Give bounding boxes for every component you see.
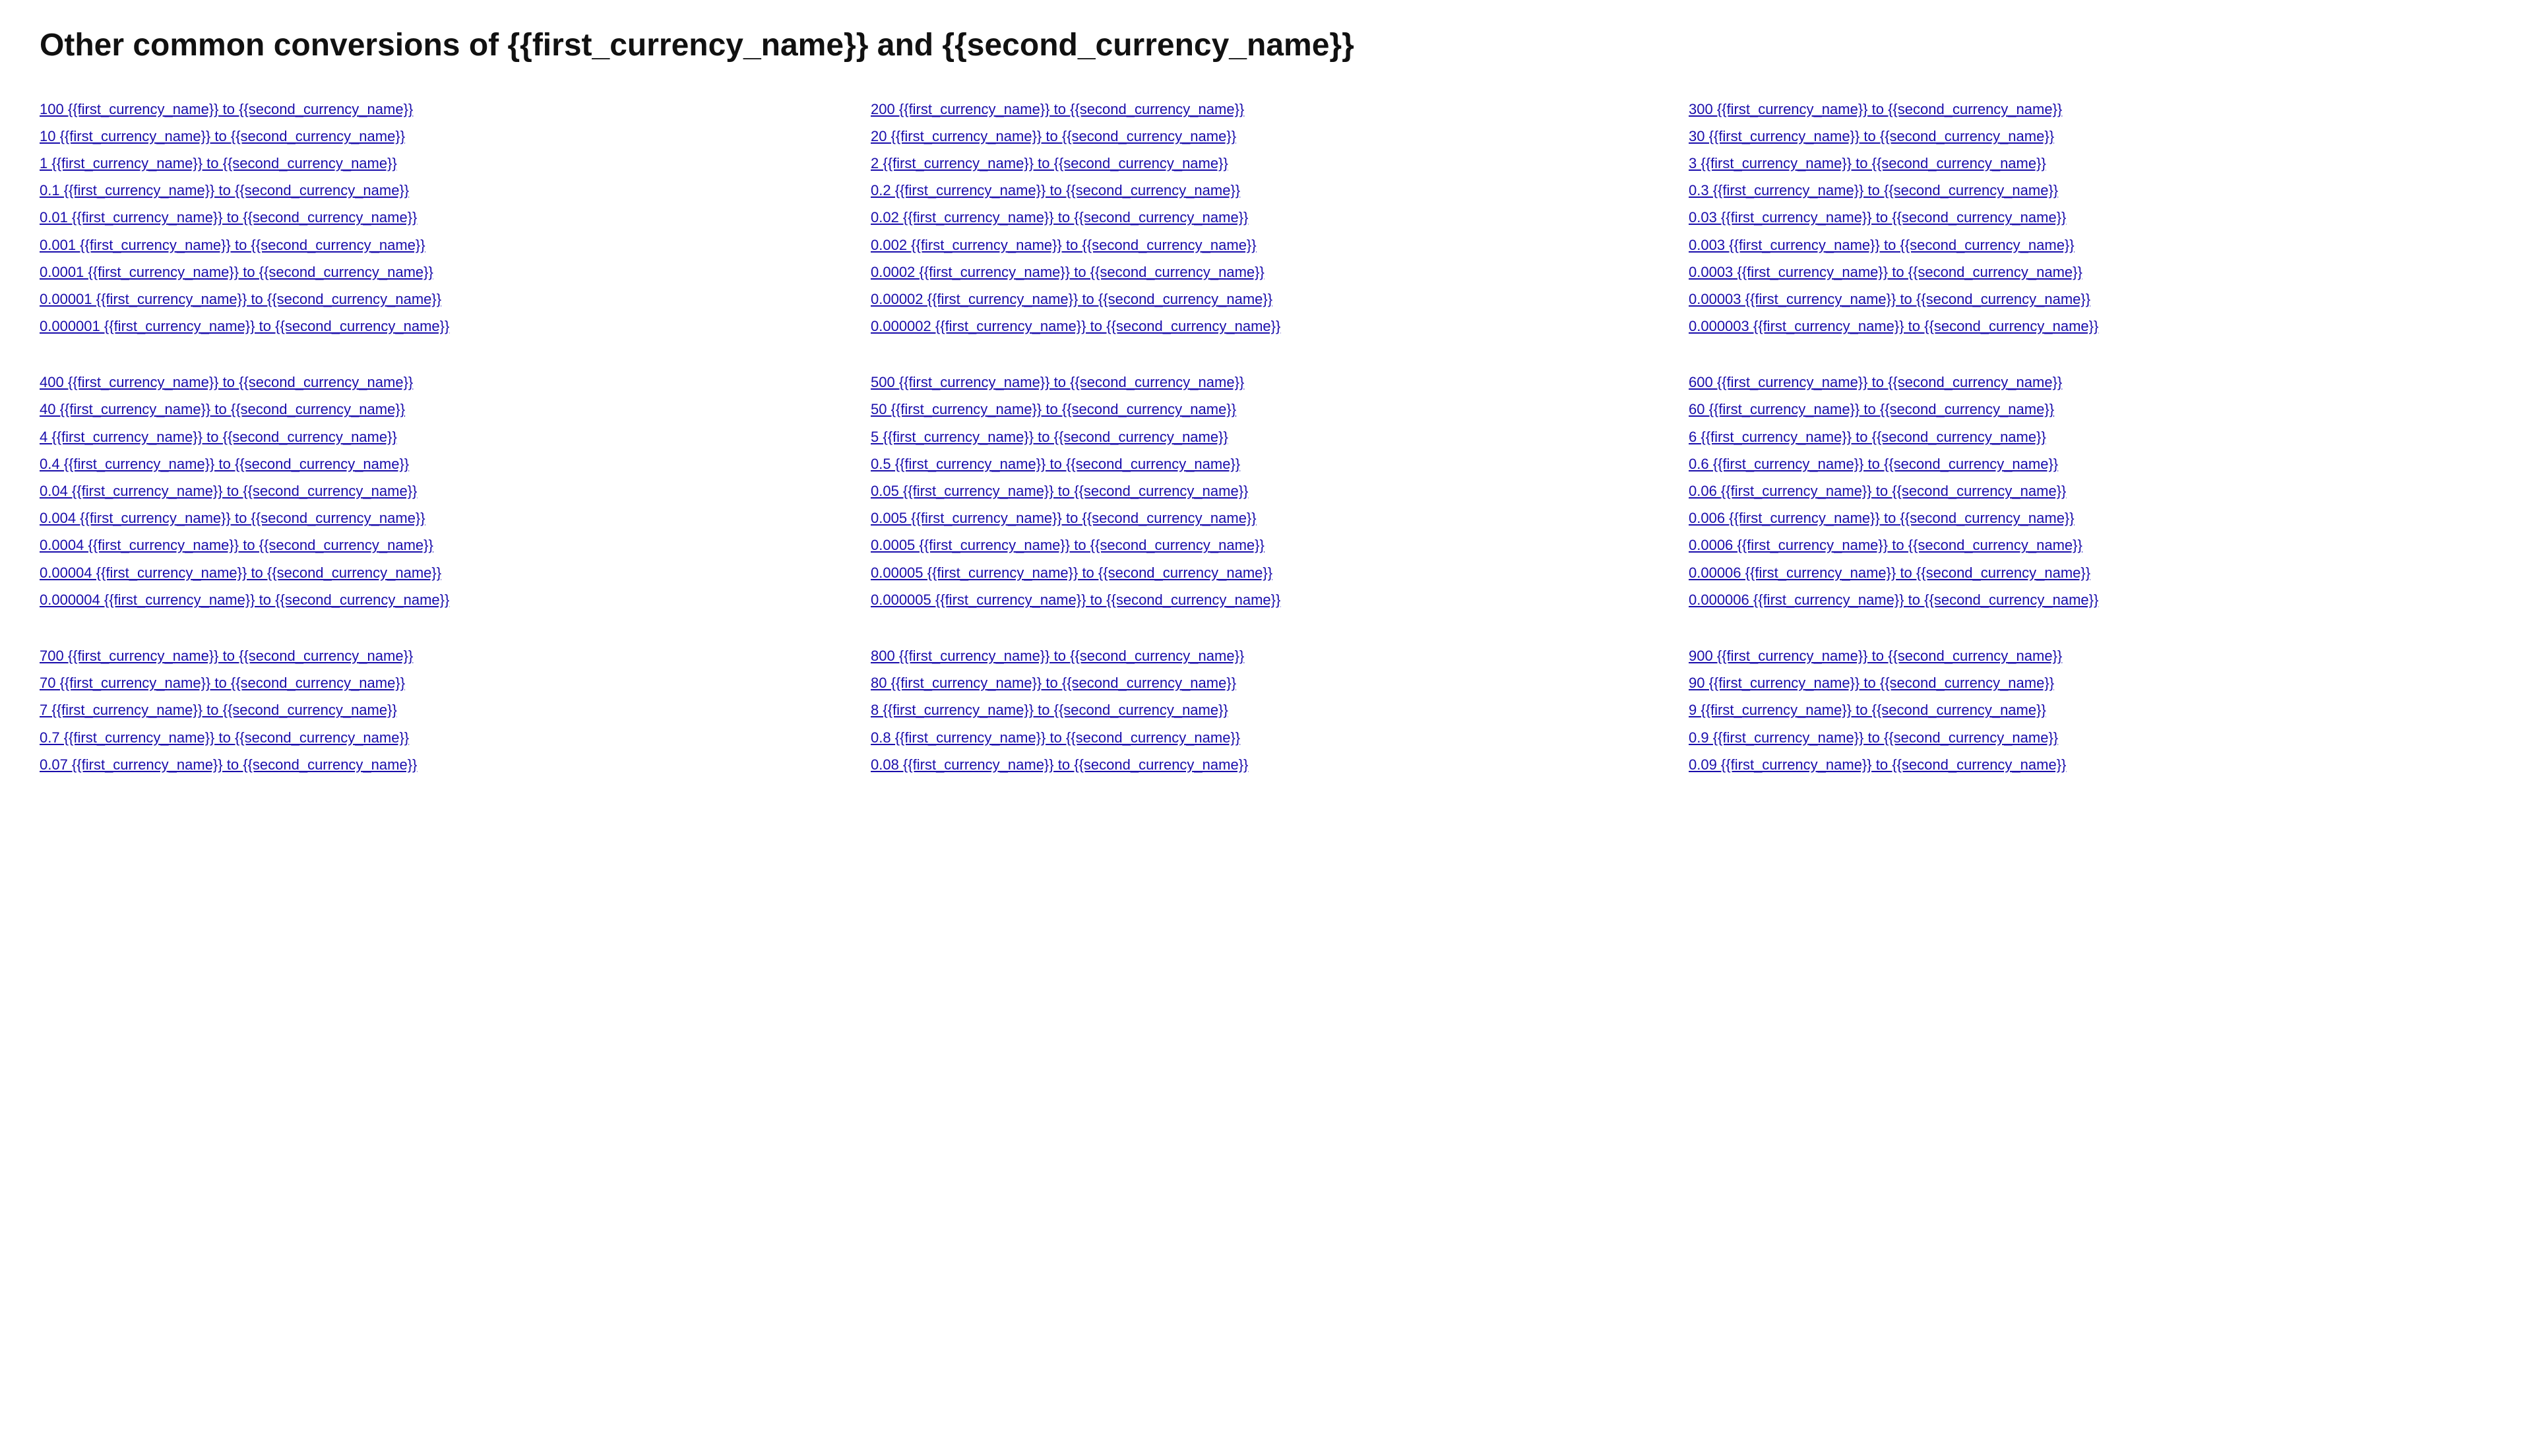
conversion-link[interactable]: 200 {{first_currency_name}} to {{second_…: [871, 98, 1662, 121]
conversion-link[interactable]: 0.00003 {{first_currency_name}} to {{sec…: [1689, 288, 2493, 311]
conversion-link[interactable]: 8 {{first_currency_name}} to {{second_cu…: [871, 698, 1662, 721]
conversion-link[interactable]: 80 {{first_currency_name}} to {{second_c…: [871, 671, 1662, 694]
conversion-link[interactable]: 0.3 {{first_currency_name}} to {{second_…: [1689, 179, 2493, 202]
link-group-g1: 100 {{first_currency_name}} to {{second_…: [40, 98, 844, 338]
conversion-link[interactable]: 70 {{first_currency_name}} to {{second_c…: [40, 671, 844, 694]
page-title: Other common conversions of {{first_curr…: [40, 26, 2493, 65]
conversion-link[interactable]: 10 {{first_currency_name}} to {{second_c…: [40, 125, 844, 148]
conversion-link[interactable]: 40 {{first_currency_name}} to {{second_c…: [40, 398, 844, 421]
conversion-link[interactable]: 0.9 {{first_currency_name}} to {{second_…: [1689, 726, 2493, 749]
conversion-link[interactable]: 0.00006 {{first_currency_name}} to {{sec…: [1689, 561, 2493, 584]
conversion-link[interactable]: 0.005 {{first_currency_name}} to {{secon…: [871, 506, 1662, 530]
conversion-link[interactable]: 3 {{first_currency_name}} to {{second_cu…: [1689, 152, 2493, 175]
conversion-link[interactable]: 800 {{first_currency_name}} to {{second_…: [871, 644, 1662, 667]
conversion-link[interactable]: 0.0002 {{first_currency_name}} to {{seco…: [871, 260, 1662, 284]
conversion-link[interactable]: 0.5 {{first_currency_name}} to {{second_…: [871, 452, 1662, 475]
conversion-link[interactable]: 60 {{first_currency_name}} to {{second_c…: [1689, 398, 2493, 421]
conversion-link[interactable]: 5 {{first_currency_name}} to {{second_cu…: [871, 425, 1662, 448]
conversion-link[interactable]: 0.1 {{first_currency_name}} to {{second_…: [40, 179, 844, 202]
conversion-link[interactable]: 0.00002 {{first_currency_name}} to {{sec…: [871, 288, 1662, 311]
conversion-link[interactable]: 600 {{first_currency_name}} to {{second_…: [1689, 371, 2493, 394]
link-group-g9: 900 {{first_currency_name}} to {{second_…: [1689, 644, 2493, 776]
conversion-link[interactable]: 0.06 {{first_currency_name}} to {{second…: [1689, 479, 2493, 502]
conversion-link[interactable]: 0.000003 {{first_currency_name}} to {{se…: [1689, 315, 2493, 338]
conversion-link[interactable]: 0.7 {{first_currency_name}} to {{second_…: [40, 726, 844, 749]
link-group-g3: 300 {{first_currency_name}} to {{second_…: [1689, 98, 2493, 338]
conversion-link[interactable]: 0.09 {{first_currency_name}} to {{second…: [1689, 753, 2493, 776]
conversion-link[interactable]: 300 {{first_currency_name}} to {{second_…: [1689, 98, 2493, 121]
conversion-link[interactable]: 0.0004 {{first_currency_name}} to {{seco…: [40, 533, 844, 557]
conversion-link[interactable]: 0.02 {{first_currency_name}} to {{second…: [871, 206, 1662, 229]
conversion-link[interactable]: 100 {{first_currency_name}} to {{second_…: [40, 98, 844, 121]
conversion-link[interactable]: 0.002 {{first_currency_name}} to {{secon…: [871, 233, 1662, 257]
link-group-g8: 800 {{first_currency_name}} to {{second_…: [871, 644, 1662, 776]
conversion-link[interactable]: 0.05 {{first_currency_name}} to {{second…: [871, 479, 1662, 502]
conversions-grid: 100 {{first_currency_name}} to {{second_…: [40, 98, 2493, 809]
link-group-g2: 200 {{first_currency_name}} to {{second_…: [871, 98, 1662, 338]
conversion-link[interactable]: 50 {{first_currency_name}} to {{second_c…: [871, 398, 1662, 421]
conversion-link[interactable]: 0.04 {{first_currency_name}} to {{second…: [40, 479, 844, 502]
conversion-link[interactable]: 0.0005 {{first_currency_name}} to {{seco…: [871, 533, 1662, 557]
conversion-link[interactable]: 700 {{first_currency_name}} to {{second_…: [40, 644, 844, 667]
conversion-link[interactable]: 4 {{first_currency_name}} to {{second_cu…: [40, 425, 844, 448]
link-group-g6: 600 {{first_currency_name}} to {{second_…: [1689, 371, 2493, 611]
conversion-link[interactable]: 90 {{first_currency_name}} to {{second_c…: [1689, 671, 2493, 694]
conversion-link[interactable]: 900 {{first_currency_name}} to {{second_…: [1689, 644, 2493, 667]
conversion-link[interactable]: 0.003 {{first_currency_name}} to {{secon…: [1689, 233, 2493, 257]
conversion-link[interactable]: 0.000004 {{first_currency_name}} to {{se…: [40, 588, 844, 611]
column-2: 200 {{first_currency_name}} to {{second_…: [858, 98, 1675, 809]
link-group-g4: 400 {{first_currency_name}} to {{second_…: [40, 371, 844, 611]
conversion-link[interactable]: 0.006 {{first_currency_name}} to {{secon…: [1689, 506, 2493, 530]
conversion-link[interactable]: 0.07 {{first_currency_name}} to {{second…: [40, 753, 844, 776]
conversion-link[interactable]: 0.0006 {{first_currency_name}} to {{seco…: [1689, 533, 2493, 557]
conversion-link[interactable]: 0.08 {{first_currency_name}} to {{second…: [871, 753, 1662, 776]
conversion-link[interactable]: 0.6 {{first_currency_name}} to {{second_…: [1689, 452, 2493, 475]
conversion-link[interactable]: 0.01 {{first_currency_name}} to {{second…: [40, 206, 844, 229]
conversion-link[interactable]: 30 {{first_currency_name}} to {{second_c…: [1689, 125, 2493, 148]
conversion-link[interactable]: 400 {{first_currency_name}} to {{second_…: [40, 371, 844, 394]
conversion-link[interactable]: 0.000002 {{first_currency_name}} to {{se…: [871, 315, 1662, 338]
conversion-link[interactable]: 0.00005 {{first_currency_name}} to {{sec…: [871, 561, 1662, 584]
conversion-link[interactable]: 0.4 {{first_currency_name}} to {{second_…: [40, 452, 844, 475]
conversion-link[interactable]: 9 {{first_currency_name}} to {{second_cu…: [1689, 698, 2493, 721]
conversion-link[interactable]: 0.0003 {{first_currency_name}} to {{seco…: [1689, 260, 2493, 284]
conversion-link[interactable]: 0.000006 {{first_currency_name}} to {{se…: [1689, 588, 2493, 611]
conversion-link[interactable]: 0.000005 {{first_currency_name}} to {{se…: [871, 588, 1662, 611]
conversion-link[interactable]: 2 {{first_currency_name}} to {{second_cu…: [871, 152, 1662, 175]
link-group-g5: 500 {{first_currency_name}} to {{second_…: [871, 371, 1662, 611]
conversion-link[interactable]: 20 {{first_currency_name}} to {{second_c…: [871, 125, 1662, 148]
link-group-g7: 700 {{first_currency_name}} to {{second_…: [40, 644, 844, 776]
conversion-link[interactable]: 500 {{first_currency_name}} to {{second_…: [871, 371, 1662, 394]
conversion-link[interactable]: 7 {{first_currency_name}} to {{second_cu…: [40, 698, 844, 721]
conversion-link[interactable]: 0.001 {{first_currency_name}} to {{secon…: [40, 233, 844, 257]
conversion-link[interactable]: 0.0001 {{first_currency_name}} to {{seco…: [40, 260, 844, 284]
conversion-link[interactable]: 6 {{first_currency_name}} to {{second_cu…: [1689, 425, 2493, 448]
conversion-link[interactable]: 0.004 {{first_currency_name}} to {{secon…: [40, 506, 844, 530]
conversion-link[interactable]: 0.00004 {{first_currency_name}} to {{sec…: [40, 561, 844, 584]
conversion-link[interactable]: 0.000001 {{first_currency_name}} to {{se…: [40, 315, 844, 338]
conversion-link[interactable]: 0.2 {{first_currency_name}} to {{second_…: [871, 179, 1662, 202]
conversion-link[interactable]: 0.8 {{first_currency_name}} to {{second_…: [871, 726, 1662, 749]
conversion-link[interactable]: 0.00001 {{first_currency_name}} to {{sec…: [40, 288, 844, 311]
column-3: 300 {{first_currency_name}} to {{second_…: [1675, 98, 2493, 809]
conversion-link[interactable]: 0.03 {{first_currency_name}} to {{second…: [1689, 206, 2493, 229]
conversion-link[interactable]: 1 {{first_currency_name}} to {{second_cu…: [40, 152, 844, 175]
column-1: 100 {{first_currency_name}} to {{second_…: [40, 98, 858, 809]
